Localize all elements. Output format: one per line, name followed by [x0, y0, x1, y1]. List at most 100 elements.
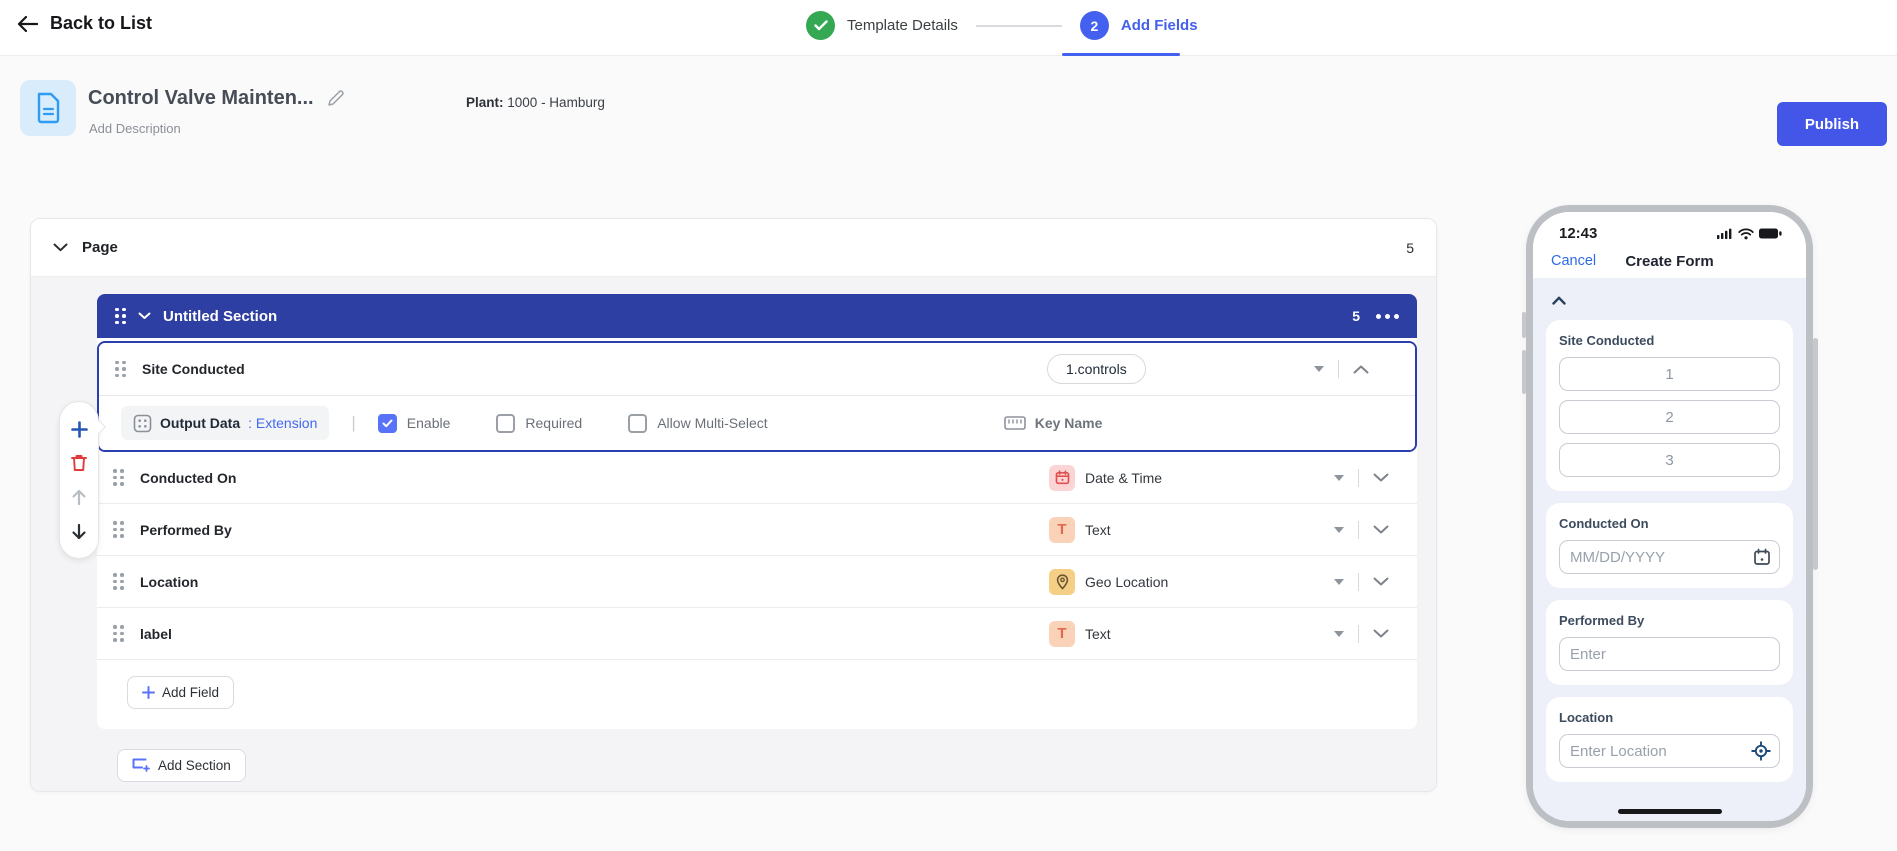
top-bar: Back to List Template Details 2 Add Fiel… [0, 0, 1897, 56]
move-up-button[interactable] [68, 486, 90, 508]
phone-card-location: Location [1546, 697, 1793, 782]
drag-handle-icon[interactable] [113, 521, 124, 538]
divider [1358, 469, 1359, 487]
phone-field-label: Location [1559, 710, 1780, 725]
field-row-label[interactable]: label T Text [97, 608, 1417, 660]
section-menu-icon[interactable] [1376, 314, 1399, 319]
phone-nav-bar: Create Form Cancel [1533, 244, 1806, 278]
back-to-list-button[interactable]: Back to List [16, 13, 152, 34]
required-checkbox[interactable]: Required [496, 414, 582, 433]
add-description-link[interactable]: Add Description [89, 121, 181, 136]
conducted-on-date-input[interactable] [1559, 540, 1780, 574]
field-row-conducted-on[interactable]: Conducted On Date & Time [97, 452, 1417, 504]
step-template-details[interactable]: Template Details [847, 17, 958, 34]
key-name-button[interactable]: Key Name [1004, 415, 1103, 431]
add-item-button[interactable] [68, 418, 90, 440]
expand-field-chevron-icon[interactable] [1373, 577, 1389, 586]
site-conducted-input-1[interactable] [1559, 357, 1780, 391]
phone-time: 12:43 [1559, 225, 1597, 242]
output-data-setting[interactable]: Output Data : Extension [121, 406, 329, 440]
add-section-icon [132, 758, 151, 773]
phone-home-indicator [1618, 809, 1722, 814]
add-field-label: Add Field [162, 685, 219, 700]
field-row-site-conducted[interactable]: Site Conducted 1.controls [99, 343, 1415, 395]
enable-label: Enable [407, 415, 451, 431]
plus-icon [142, 686, 155, 699]
section-header[interactable]: Untitled Section 5 [97, 294, 1417, 338]
allow-multi-select-checkbox[interactable]: Allow Multi-Select [628, 414, 767, 433]
field-name: Conducted On [140, 470, 236, 486]
plant-info: Plant: 1000 - Hamburg [466, 95, 605, 110]
expand-field-chevron-icon[interactable] [1373, 629, 1389, 638]
field-name: label [140, 626, 172, 642]
field-type-label: Date & Time [1085, 470, 1162, 486]
performed-by-input[interactable] [1559, 637, 1780, 671]
drag-handle-icon[interactable] [113, 469, 124, 486]
checkbox-unchecked-icon[interactable] [496, 414, 515, 433]
section-drag-handle-icon[interactable] [115, 308, 126, 325]
add-section-button[interactable]: Add Section [117, 749, 246, 782]
field-type-dropdown-icon[interactable] [1334, 631, 1344, 637]
plant-value: 1000 - Hamburg [507, 95, 605, 110]
add-field-row: Add Field [97, 660, 1417, 729]
phone-cancel-button[interactable]: Cancel [1551, 253, 1596, 269]
output-data-label: Output Data [160, 415, 240, 431]
step-add-fields[interactable]: Add Fields [1121, 17, 1198, 34]
location-input[interactable] [1559, 734, 1780, 768]
field-type-dropdown-icon[interactable] [1334, 475, 1344, 481]
page-header[interactable]: Page 5 [31, 219, 1436, 277]
calendar-icon[interactable] [1753, 548, 1771, 566]
phone-field-label: Performed By [1559, 613, 1780, 628]
geo-location-icon [1049, 569, 1075, 595]
checkbox-unchecked-icon[interactable] [628, 414, 647, 433]
divider [1358, 625, 1359, 643]
field-row-performed-by[interactable]: Performed By T Text [97, 504, 1417, 556]
delete-field-button[interactable] [68, 452, 90, 474]
back-label: Back to List [50, 13, 152, 34]
phone-side-button [1522, 312, 1526, 338]
site-conducted-input-3[interactable] [1559, 443, 1780, 477]
drag-handle-icon[interactable] [113, 573, 124, 590]
divider [1338, 360, 1339, 378]
phone-screen: 12:43 Create Form Cancel Site Conducted [1533, 212, 1806, 821]
edit-title-icon[interactable] [326, 89, 345, 108]
cellular-signal-icon [1717, 228, 1733, 239]
field-type-dropdown-icon[interactable] [1334, 579, 1344, 585]
add-field-button[interactable]: Add Field [127, 676, 234, 709]
target-icon[interactable] [1751, 741, 1771, 761]
back-arrow-icon [16, 15, 38, 33]
phone-scrollbar [1813, 338, 1818, 570]
field-type-label: Text [1085, 522, 1111, 538]
expand-field-chevron-icon[interactable] [1373, 525, 1389, 534]
collapse-field-chevron-icon[interactable] [1353, 365, 1369, 374]
publish-button[interactable]: Publish [1777, 102, 1887, 146]
stepper: Template Details 2 Add Fields [806, 11, 1198, 40]
expand-field-chevron-icon[interactable] [1373, 473, 1389, 482]
output-data-value-link[interactable]: : Extension [248, 415, 317, 431]
field-type-dropdown-icon[interactable] [1334, 527, 1344, 533]
phone-field-label: Site Conducted [1559, 333, 1780, 348]
drag-handle-icon[interactable] [113, 625, 124, 642]
phone-card-site-conducted: Site Conducted [1546, 320, 1793, 491]
page-field-count: 5 [1406, 240, 1414, 256]
selected-field-block: Site Conducted 1.controls [97, 341, 1417, 452]
field-type-dropdown-icon[interactable] [1314, 366, 1324, 372]
key-name-label: Key Name [1035, 415, 1103, 431]
arrow-up-icon [71, 489, 87, 506]
date-time-icon [1049, 465, 1075, 491]
allow-multi-select-label: Allow Multi-Select [657, 415, 767, 431]
move-down-button[interactable] [68, 520, 90, 542]
plant-label: Plant: [466, 95, 504, 110]
phone-collapse-chevron-icon[interactable] [1552, 296, 1566, 305]
page-collapse-chevron-icon[interactable] [53, 243, 68, 252]
text-icon: T [1049, 621, 1075, 647]
field-row-location[interactable]: Location Geo Location [97, 556, 1417, 608]
site-conducted-input-2[interactable] [1559, 400, 1780, 434]
drag-handle-icon[interactable] [115, 361, 126, 378]
template-doc-tile [20, 80, 76, 136]
checkbox-checked-icon[interactable] [378, 414, 397, 433]
trash-icon [71, 454, 87, 472]
section-collapse-chevron-icon[interactable] [138, 312, 151, 320]
controls-pill[interactable]: 1.controls [1047, 354, 1146, 384]
enable-checkbox[interactable]: Enable [378, 414, 451, 433]
